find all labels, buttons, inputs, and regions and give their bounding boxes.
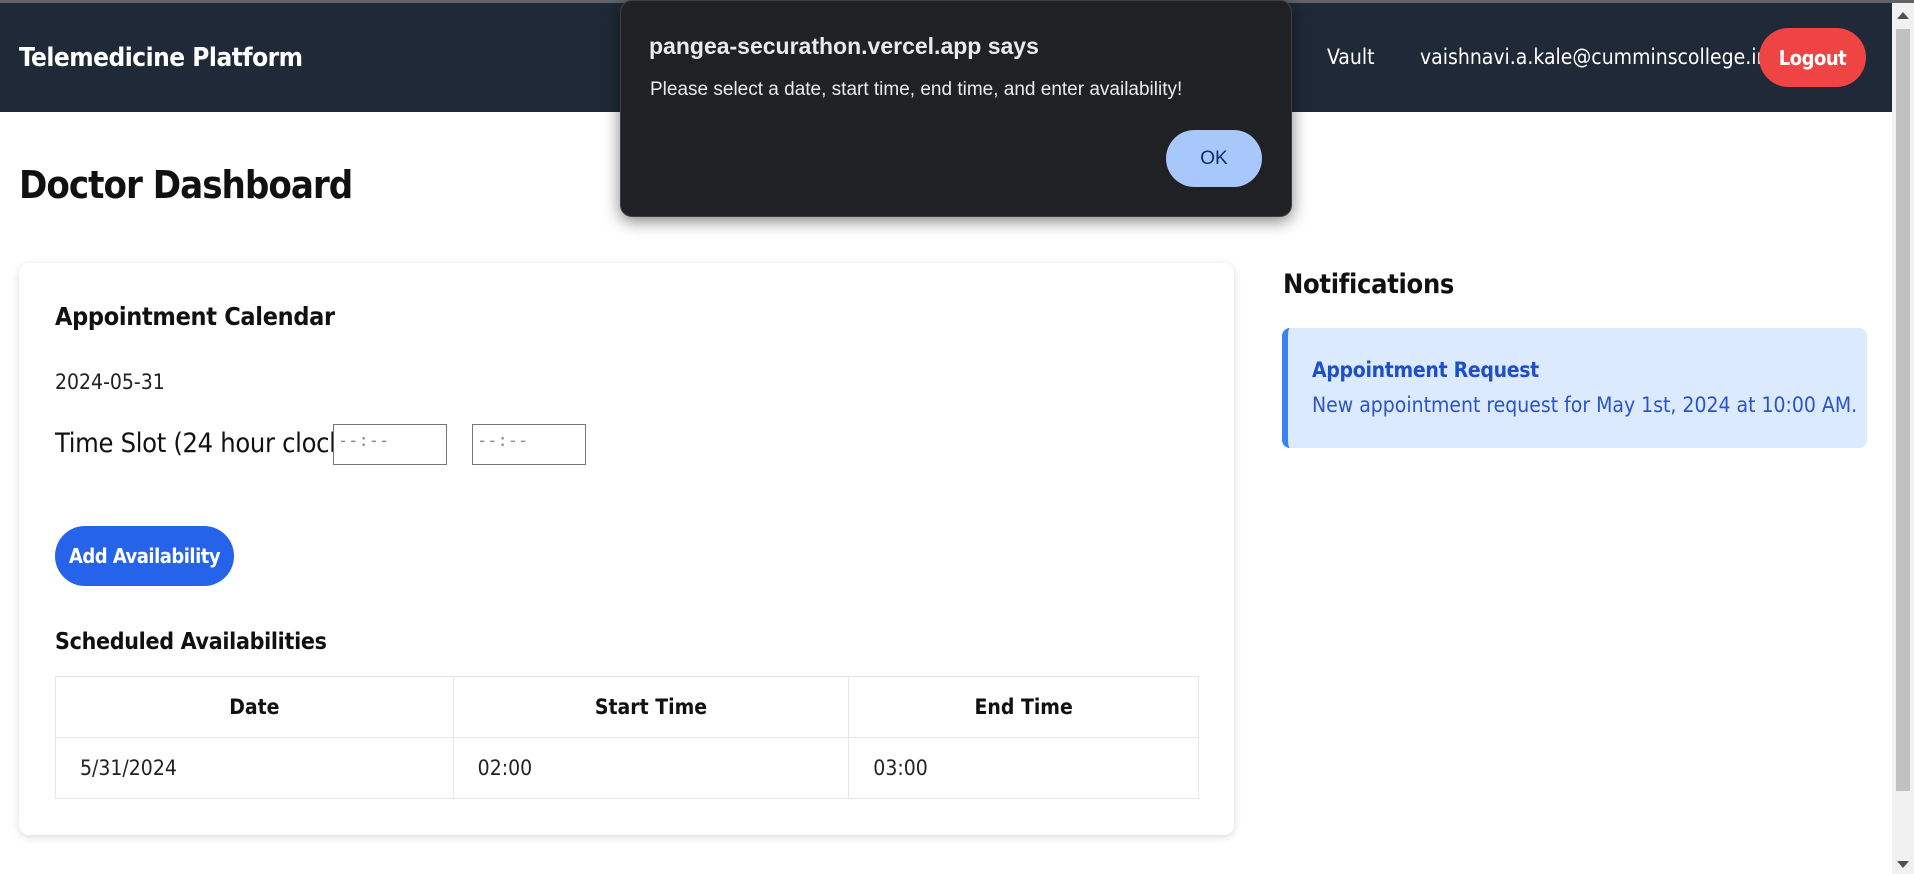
logout-button[interactable]: Logout (1759, 28, 1866, 87)
user-email: vaishnavi.a.kale@cumminscollege.in (1420, 45, 1769, 69)
column-header-date: Date (55, 676, 454, 738)
table-row: 5/31/2024 02:00 03:00 (55, 737, 1199, 799)
alert-dialog-message: Please select a date, start time, end ti… (650, 79, 1183, 100)
scrollbar-thumb[interactable] (1896, 29, 1910, 791)
time-slot-label: Time Slot (24 hour clock) (55, 428, 353, 459)
column-header-start-time: Start Time (452, 676, 850, 738)
cell-date: 5/31/2024 (55, 737, 454, 799)
notification-item (1282, 328, 1867, 448)
alert-ok-button[interactable]: OK (1166, 130, 1262, 187)
nav-link-vault[interactable]: Vault (1327, 45, 1375, 69)
page-title: Doctor Dashboard (19, 163, 353, 207)
table-header-row: Date Start Time End Time (55, 676, 1199, 738)
start-time-input[interactable]: --:-- (333, 424, 447, 465)
alert-dialog-title: pangea-securathon.vercel.app says (649, 33, 1039, 59)
notification-message: New appointment request for May 1st, 202… (1312, 393, 1858, 417)
scroll-up-arrow-icon[interactable] (1897, 12, 1909, 19)
scheduled-availabilities-title: Scheduled Availabilities (55, 629, 327, 655)
cell-start-time: 02:00 (452, 737, 850, 799)
availability-table: Date Start Time End Time 5/31/2024 02:00… (55, 676, 1199, 799)
notifications-title: Notifications (1283, 269, 1455, 300)
end-time-input[interactable]: --:-- (472, 424, 586, 465)
column-header-end-time: End Time (848, 676, 1199, 738)
add-availability-button[interactable]: Add Availability (55, 526, 234, 586)
calendar-title: Appointment Calendar (55, 302, 335, 331)
page-scrollbar[interactable] (1892, 3, 1914, 874)
scroll-down-arrow-icon[interactable] (1897, 861, 1909, 868)
brand-title[interactable]: Telemedicine Platform (19, 43, 303, 73)
selected-date[interactable]: 2024-05-31 (55, 370, 165, 394)
cell-end-time: 03:00 (848, 737, 1199, 799)
notification-heading: Appointment Request (1312, 358, 1539, 382)
